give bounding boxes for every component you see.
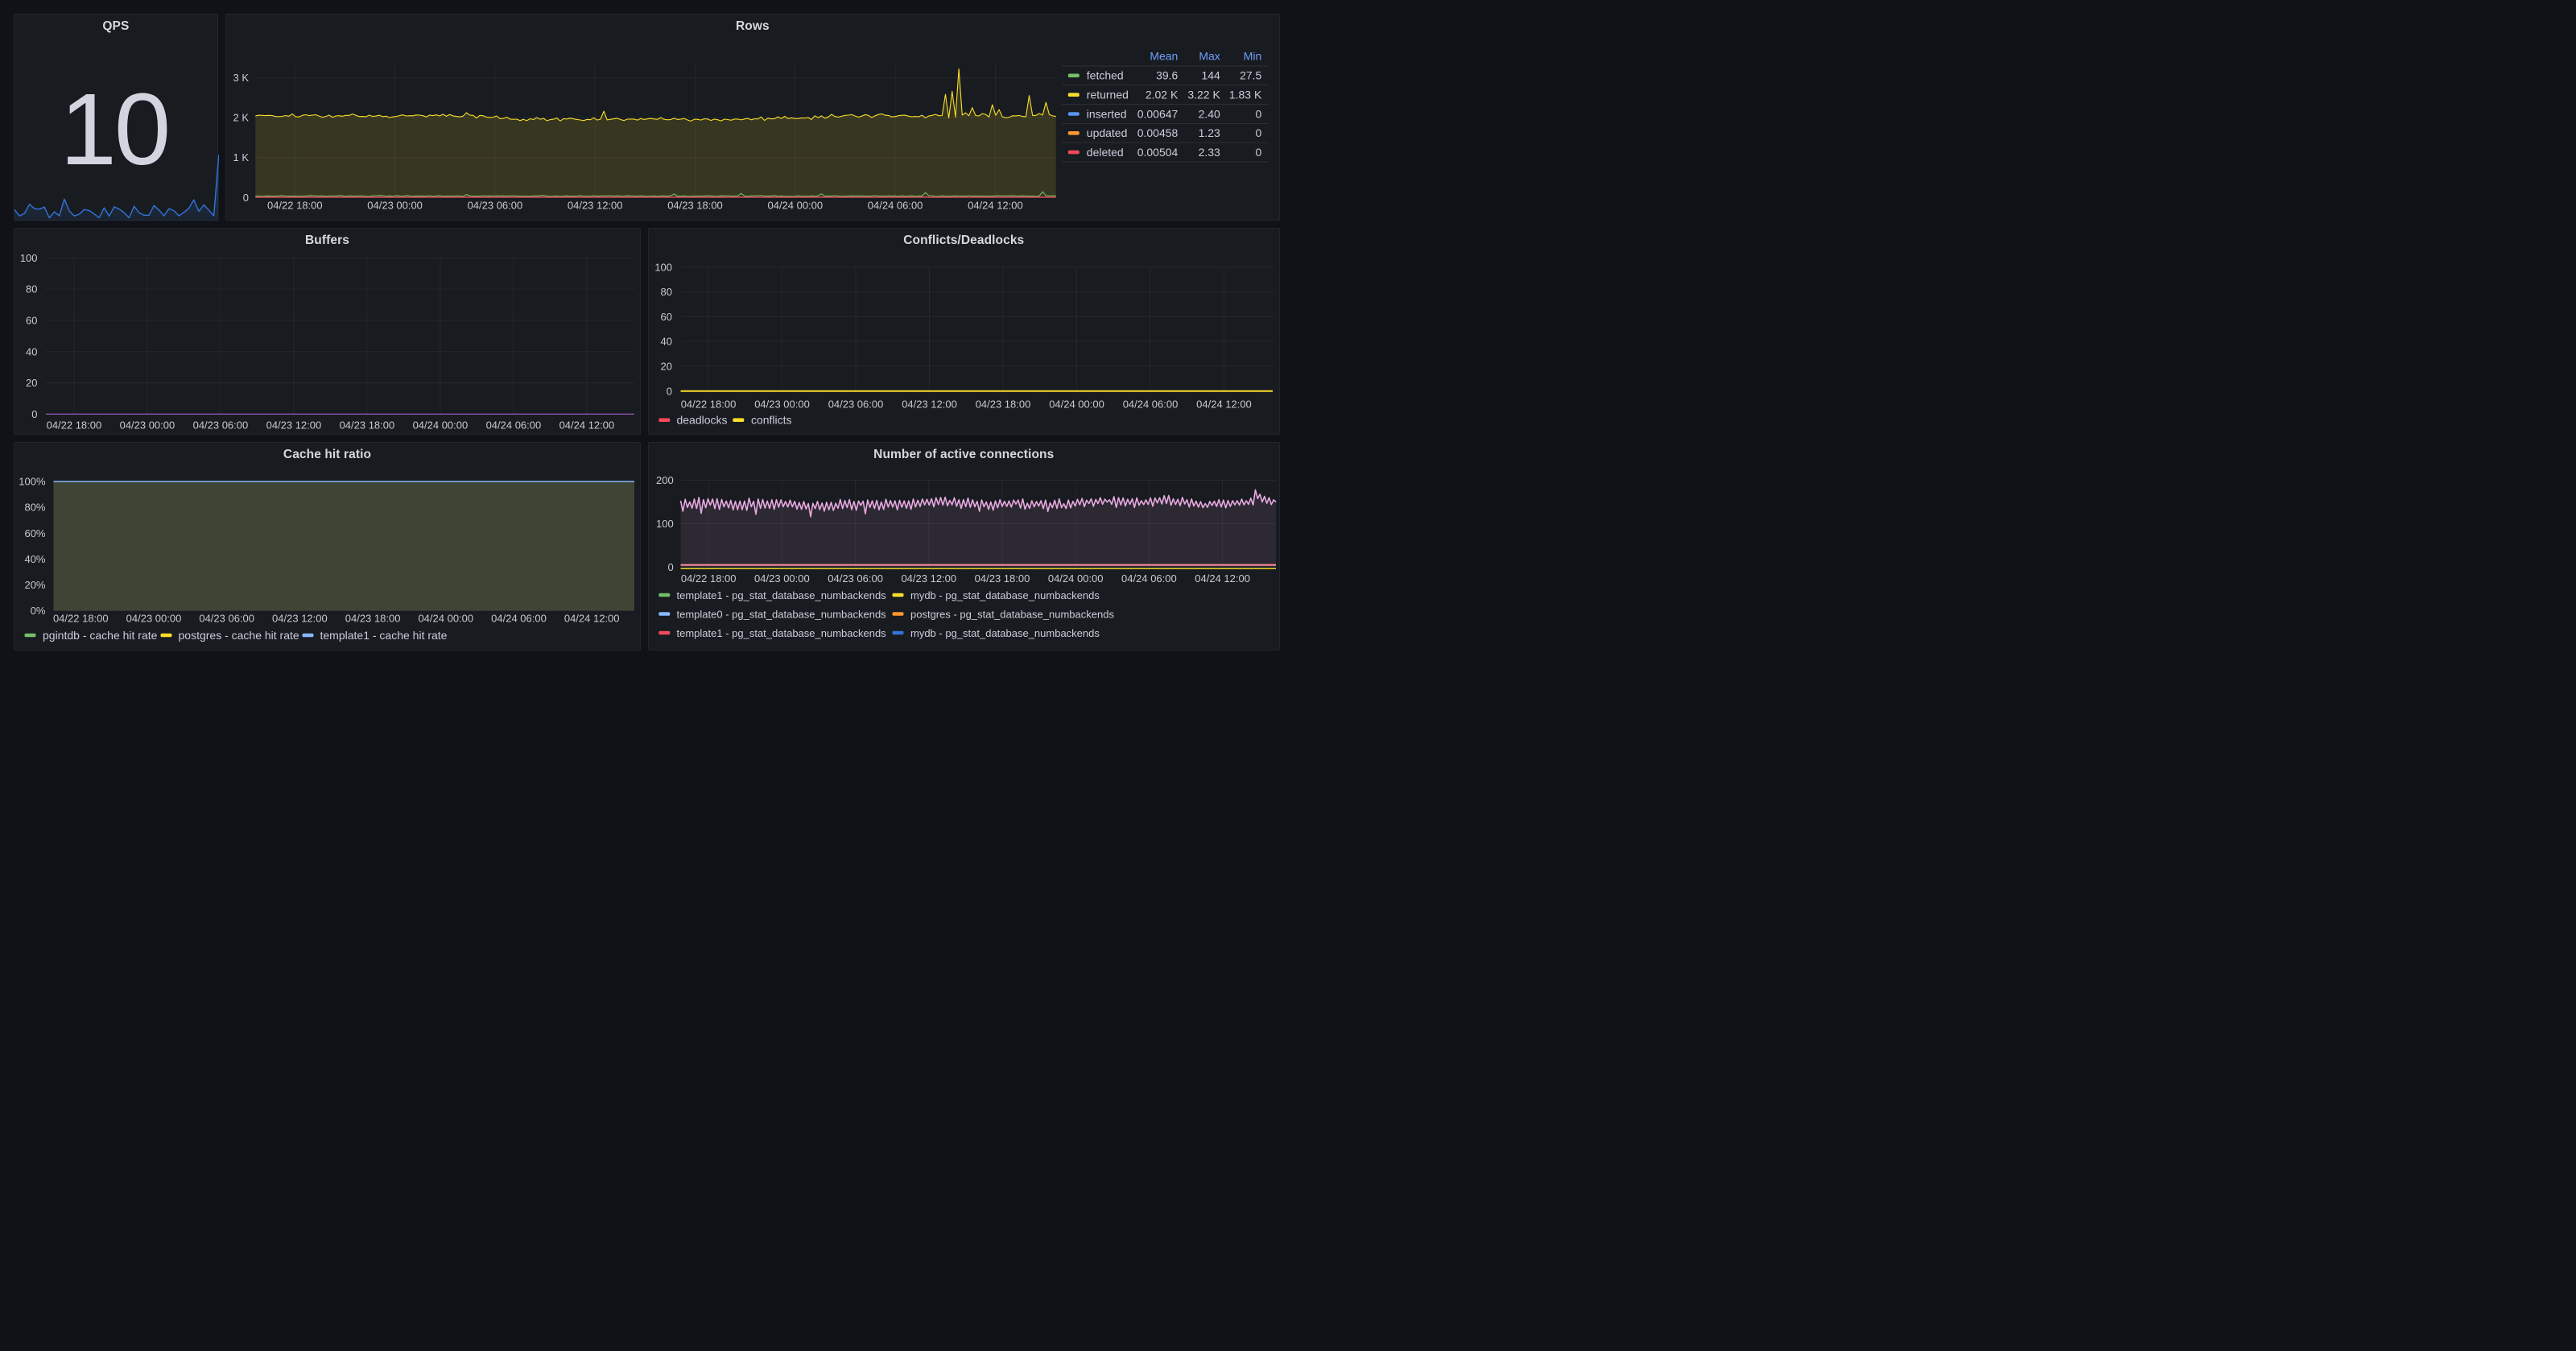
svg-text:mydb - pg_stat_database_numbac: mydb - pg_stat_database_numbackends [910,589,1100,601]
svg-text:80%: 80% [24,502,45,514]
svg-text:144: 144 [1201,68,1220,81]
svg-text:04/23 06:00: 04/23 06:00 [192,419,248,431]
svg-text:04/24 00:00: 04/24 00:00 [412,419,468,431]
svg-text:60: 60 [26,314,37,326]
svg-text:04/24 06:00: 04/24 06:00 [867,199,923,211]
svg-text:04/23 00:00: 04/23 00:00 [367,199,423,211]
svg-text:40%: 40% [24,553,45,565]
svg-text:04/22 18:00: 04/22 18:00 [46,419,101,431]
svg-text:template1 - pg_stat_database_n: template1 - pg_stat_database_numbackends [677,627,887,639]
svg-text:04/24 06:00: 04/24 06:00 [485,419,541,431]
svg-text:04/22 18:00: 04/22 18:00 [267,199,323,211]
svg-text:Mean: Mean [1150,49,1178,62]
svg-text:04/24 06:00: 04/24 06:00 [1121,572,1177,585]
svg-text:04/23 18:00: 04/23 18:00 [975,572,1030,585]
svg-text:0.00504: 0.00504 [1137,145,1178,158]
svg-text:04/24 12:00: 04/24 12:00 [564,612,619,624]
svg-text:04/23 12:00: 04/23 12:00 [901,572,956,585]
svg-text:0: 0 [667,385,672,397]
svg-text:deleted: deleted [1086,145,1123,158]
svg-text:04/24 00:00: 04/24 00:00 [1049,398,1104,410]
svg-text:20: 20 [26,377,37,389]
svg-text:04/23 00:00: 04/23 00:00 [119,419,175,431]
svg-text:04/24 12:00: 04/24 12:00 [968,199,1023,211]
svg-text:3.22 K: 3.22 K [1187,88,1220,101]
svg-text:04/23 18:00: 04/23 18:00 [339,419,394,431]
svg-text:40: 40 [26,345,37,357]
svg-text:1 K: 1 K [233,151,249,163]
svg-text:04/23 06:00: 04/23 06:00 [467,199,522,211]
svg-text:0.00647: 0.00647 [1137,107,1178,120]
svg-text:0: 0 [1255,107,1261,120]
svg-text:postgres - pg_stat_database_nu: postgres - pg_stat_database_numbackends [910,608,1114,620]
svg-text:template0 - pg_stat_database_n: template0 - pg_stat_database_numbackends [677,608,887,620]
svg-text:04/23 18:00: 04/23 18:00 [345,612,400,624]
svg-text:80: 80 [26,283,37,295]
svg-text:20%: 20% [24,579,45,591]
svg-text:04/22 18:00: 04/22 18:00 [52,612,108,624]
svg-text:04/23 12:00: 04/23 12:00 [272,612,328,624]
svg-text:1.23: 1.23 [1198,126,1220,139]
svg-text:04/24 12:00: 04/24 12:00 [1195,572,1250,585]
svg-text:100: 100 [654,261,672,273]
svg-text:04/22 18:00: 04/22 18:00 [681,572,737,585]
svg-text:2.02 K: 2.02 K [1146,88,1179,101]
svg-text:updated: updated [1086,126,1127,139]
svg-text:60: 60 [661,311,672,323]
svg-text:60%: 60% [24,527,45,539]
svg-text:04/23 12:00: 04/23 12:00 [902,398,957,410]
svg-text:0: 0 [31,408,37,420]
svg-text:0: 0 [667,561,673,573]
svg-text:100: 100 [656,518,674,530]
svg-text:04/24 12:00: 04/24 12:00 [1196,398,1252,410]
svg-text:04/24 06:00: 04/24 06:00 [1123,398,1179,410]
svg-text:2 K: 2 K [233,111,249,123]
svg-text:0: 0 [242,191,248,203]
svg-text:3 K: 3 K [233,72,249,84]
svg-text:04/23 18:00: 04/23 18:00 [667,199,723,211]
svg-text:returned: returned [1086,88,1128,101]
svg-text:04/23 06:00: 04/23 06:00 [828,398,884,410]
svg-text:04/23 00:00: 04/23 00:00 [126,612,181,624]
svg-text:deadlocks: deadlocks [677,414,728,427]
svg-text:0: 0 [1255,126,1261,139]
svg-text:04/24 06:00: 04/24 06:00 [491,612,547,624]
svg-text:template1 - cache hit rate: template1 - cache hit rate [320,629,447,642]
svg-text:04/22 18:00: 04/22 18:00 [681,398,737,410]
svg-text:04/23 00:00: 04/23 00:00 [754,398,810,410]
svg-text:04/23 18:00: 04/23 18:00 [976,398,1031,410]
svg-text:pgintdb - cache hit rate: pgintdb - cache hit rate [43,629,158,642]
svg-text:inserted: inserted [1086,107,1126,120]
svg-text:100: 100 [19,252,37,264]
svg-text:04/23 12:00: 04/23 12:00 [568,199,623,211]
svg-text:100%: 100% [19,476,46,488]
svg-text:Min: Min [1243,49,1261,62]
svg-text:0%: 0% [30,605,45,617]
svg-text:0.00458: 0.00458 [1137,126,1178,139]
svg-text:04/24 00:00: 04/24 00:00 [418,612,473,624]
svg-text:27.5: 27.5 [1240,68,1261,81]
svg-text:04/24 00:00: 04/24 00:00 [1048,572,1104,585]
svg-text:80: 80 [661,286,672,298]
svg-text:2.33: 2.33 [1198,145,1220,158]
svg-text:04/23 12:00: 04/23 12:00 [266,419,321,431]
svg-text:40: 40 [661,336,672,348]
svg-text:04/23 06:00: 04/23 06:00 [199,612,254,624]
svg-text:20: 20 [661,360,672,372]
svg-text:04/23 00:00: 04/23 00:00 [754,572,810,585]
svg-text:1.83 K: 1.83 K [1229,88,1262,101]
svg-text:04/24 12:00: 04/24 12:00 [559,419,614,431]
svg-text:fetched: fetched [1086,68,1123,81]
svg-text:0: 0 [1255,145,1261,158]
svg-text:postgres - cache hit rate: postgres - cache hit rate [178,629,299,642]
svg-text:39.6: 39.6 [1156,68,1178,81]
svg-text:Max: Max [1199,49,1220,62]
svg-text:2.40: 2.40 [1198,107,1220,120]
svg-text:mydb - pg_stat_database_numbac: mydb - pg_stat_database_numbackends [910,627,1100,639]
svg-text:04/24 00:00: 04/24 00:00 [767,199,823,211]
svg-text:conflicts: conflicts [751,414,792,427]
svg-text:200: 200 [656,474,674,486]
svg-text:template1 - pg_stat_database_n: template1 - pg_stat_database_numbackends [677,589,887,601]
svg-text:04/23 06:00: 04/23 06:00 [828,572,883,585]
